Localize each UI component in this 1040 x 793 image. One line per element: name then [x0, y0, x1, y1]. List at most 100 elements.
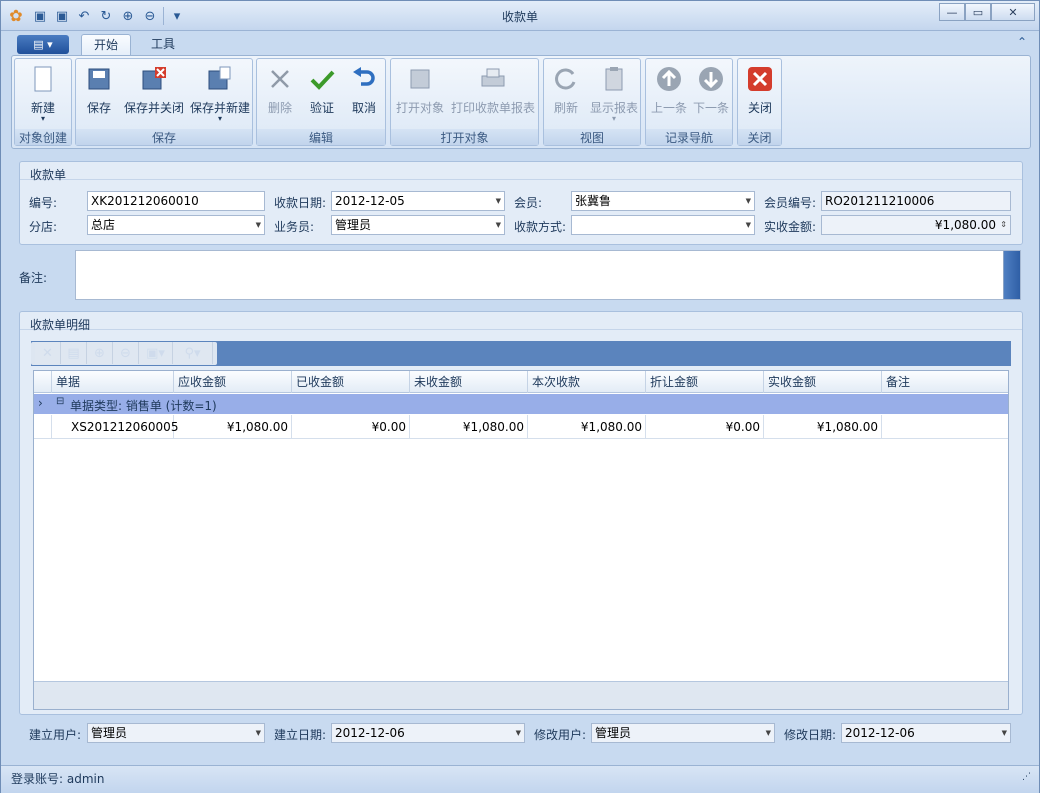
window-title: 收款单 — [501, 10, 538, 24]
create-user-field[interactable]: 管理员 ▼ — [87, 723, 265, 743]
printer-icon — [477, 63, 509, 95]
validate-label: 验证 — [309, 101, 334, 115]
next-record-button[interactable]: 下一条 — [692, 63, 730, 129]
date-field[interactable]: 2012-12-05 ▼ — [331, 191, 505, 211]
ribbon: 新建 ▾ 对象创建 保存 保存并关闭 保存并新建 ▾ 保存 删除 验证 取消 编… — [11, 55, 1031, 149]
member-code-field[interactable]: RO201211210006 — [821, 191, 1011, 211]
group-create: 新建 ▾ 对象创建 — [14, 58, 72, 146]
group-create-caption: 对象创建 — [15, 129, 71, 145]
table-row[interactable]: XS201212060005 ¥1,080.00 ¥0.00 ¥1,080.00… — [34, 415, 1008, 439]
save-close-button[interactable]: 保存并关闭 — [122, 63, 186, 129]
create-date-label: 建立日期: — [274, 728, 327, 742]
cell-received[interactable]: ¥0.00 — [292, 415, 410, 439]
grid-down-icon[interactable]: ⊖ — [113, 342, 139, 364]
window-controls: — ▭ ✕ — [939, 3, 1035, 21]
date-dropdown-icon[interactable]: ▼ — [496, 192, 501, 210]
actual-amount-label: 实收金额: — [764, 220, 817, 234]
cell-receivable[interactable]: ¥1,080.00 — [174, 415, 292, 439]
close-window-button[interactable]: ✕ — [991, 3, 1035, 21]
modify-date-field[interactable]: 2012-12-06 ▼ — [841, 723, 1011, 743]
column-header-doc[interactable]: 单据 — [52, 371, 174, 393]
open-object-button[interactable]: 打开对象 — [395, 63, 445, 129]
print-report-button[interactable]: 打印收款单报表 — [451, 63, 535, 129]
open-object-label: 打开对象 — [395, 101, 444, 115]
code-label: 编号: — [29, 196, 58, 210]
column-header-discount[interactable]: 折让金额 — [646, 371, 764, 393]
floppy-close-icon — [138, 63, 170, 95]
code-field[interactable]: XK201212060010 — [87, 191, 265, 211]
save-new-dropdown-icon: ▾ — [217, 114, 222, 123]
salesman-dropdown-icon[interactable]: ▼ — [496, 216, 501, 234]
actual-amount-field[interactable]: ¥1,080.00 ⇕ — [821, 215, 1011, 235]
cell-doc[interactable]: XS201212060005 — [68, 415, 178, 439]
memo-scrollbar[interactable] — [1003, 251, 1020, 299]
create-user-dropdown-icon[interactable]: ▼ — [256, 724, 261, 742]
close-label: 关闭 — [747, 101, 772, 115]
member-field[interactable]: 张冀鲁 ▼ — [571, 191, 755, 211]
pay-method-field[interactable]: ▼ — [571, 215, 755, 235]
receipt-panel-title: 收款单 — [30, 168, 67, 182]
cell-unreceived[interactable]: ¥1,080.00 — [410, 415, 528, 439]
cell-discount[interactable]: ¥0.00 — [646, 415, 764, 439]
date-value: 2012-12-05 — [335, 194, 405, 208]
prev-record-button[interactable]: 上一条 — [650, 63, 688, 129]
column-header-actual[interactable]: 实收金额 — [764, 371, 882, 393]
modify-date-dropdown-icon[interactable]: ▼ — [1002, 724, 1007, 742]
save-new-button[interactable]: 保存并新建 ▾ — [188, 63, 252, 129]
column-header-receivable[interactable]: 应收金额 — [174, 371, 292, 393]
group-edit-caption: 编辑 — [257, 129, 385, 145]
cell-memo[interactable] — [882, 415, 1008, 439]
grid-delete-icon[interactable]: ✕ — [35, 342, 61, 364]
grid-search-icon[interactable]: ⚲▾ — [173, 342, 213, 364]
close-button[interactable]: 关闭 — [742, 63, 778, 129]
new-document-icon — [27, 63, 59, 95]
amount-spin-icon[interactable]: ⇕ — [1000, 216, 1007, 234]
show-report-button[interactable]: 显示报表 ▾ — [588, 63, 640, 129]
cell-this-receipt[interactable]: ¥1,080.00 — [528, 415, 646, 439]
cell-actual[interactable]: ¥1,080.00 — [764, 415, 882, 439]
tab-start[interactable]: 开始 — [81, 34, 132, 56]
modify-user-field[interactable]: 管理员 ▼ — [591, 723, 775, 743]
group-collapse-icon[interactable]: ⊟ — [56, 396, 64, 407]
app-window: ✿ ▣ ▣ ↶ ↻ ⊕ ⊖ ▾ 收款单 — ▭ ✕ ▤ ▾ 开始 工具 ⌃ 新建… — [0, 0, 1040, 793]
minimize-button[interactable]: — — [939, 3, 965, 21]
modify-user-label: 修改用户: — [534, 728, 587, 742]
refresh-arrow-icon — [550, 63, 582, 95]
create-date-dropdown-icon[interactable]: ▼ — [516, 724, 521, 742]
validate-button[interactable]: 验证 — [305, 63, 339, 129]
column-header-received[interactable]: 已收金额 — [292, 371, 410, 393]
refresh-button[interactable]: 刷新 — [548, 63, 584, 129]
new-button[interactable]: 新建 ▾ — [23, 63, 63, 129]
show-report-dropdown-icon: ▾ — [611, 114, 616, 123]
column-header-this-receipt[interactable]: 本次收款 — [528, 371, 646, 393]
group-row[interactable]: › ⊟ 单据类型: 销售单 (计数=1) — [34, 394, 1008, 414]
pay-method-dropdown-icon[interactable]: ▼ — [746, 216, 751, 234]
tab-tools[interactable]: 工具 — [139, 34, 187, 56]
modify-user-dropdown-icon[interactable]: ▼ — [766, 724, 771, 742]
grid-up-icon[interactable]: ⊕ — [87, 342, 113, 364]
create-date-field[interactable]: 2012-12-06 ▼ — [331, 723, 525, 743]
delete-button[interactable]: 删除 — [263, 63, 297, 129]
branch-field[interactable]: 总店 ▼ — [87, 215, 265, 235]
row-indicator — [34, 415, 52, 439]
grid-export-icon[interactable]: ▣▾ — [139, 342, 173, 364]
branch-dropdown-icon[interactable]: ▼ — [256, 216, 261, 234]
floppy-icon — [83, 63, 115, 95]
cancel-button[interactable]: 取消 — [347, 63, 381, 129]
delete-label: 删除 — [267, 101, 292, 115]
resize-grip-icon[interactable]: ⋰ — [1022, 772, 1031, 782]
group-view: 刷新 显示报表 ▾ 视图 — [543, 58, 641, 146]
column-header-unreceived[interactable]: 未收金额 — [410, 371, 528, 393]
save-button[interactable]: 保存 — [82, 63, 116, 129]
column-header-memo[interactable]: 备注 — [882, 371, 1008, 393]
open-object-icon — [404, 63, 436, 95]
memo-textarea[interactable] — [75, 250, 1021, 300]
maximize-button[interactable]: ▭ — [965, 3, 991, 21]
create-user-value: 管理员 — [91, 726, 128, 740]
salesman-field[interactable]: 管理员 ▼ — [331, 215, 505, 235]
salesman-value: 管理员 — [335, 218, 372, 232]
app-menu-button[interactable]: ▤ ▾ — [17, 35, 69, 54]
collapse-ribbon-icon[interactable]: ⌃ — [1017, 35, 1027, 49]
grid-edit-icon[interactable]: ▤ — [61, 342, 87, 364]
member-dropdown-icon[interactable]: ▼ — [746, 192, 751, 210]
